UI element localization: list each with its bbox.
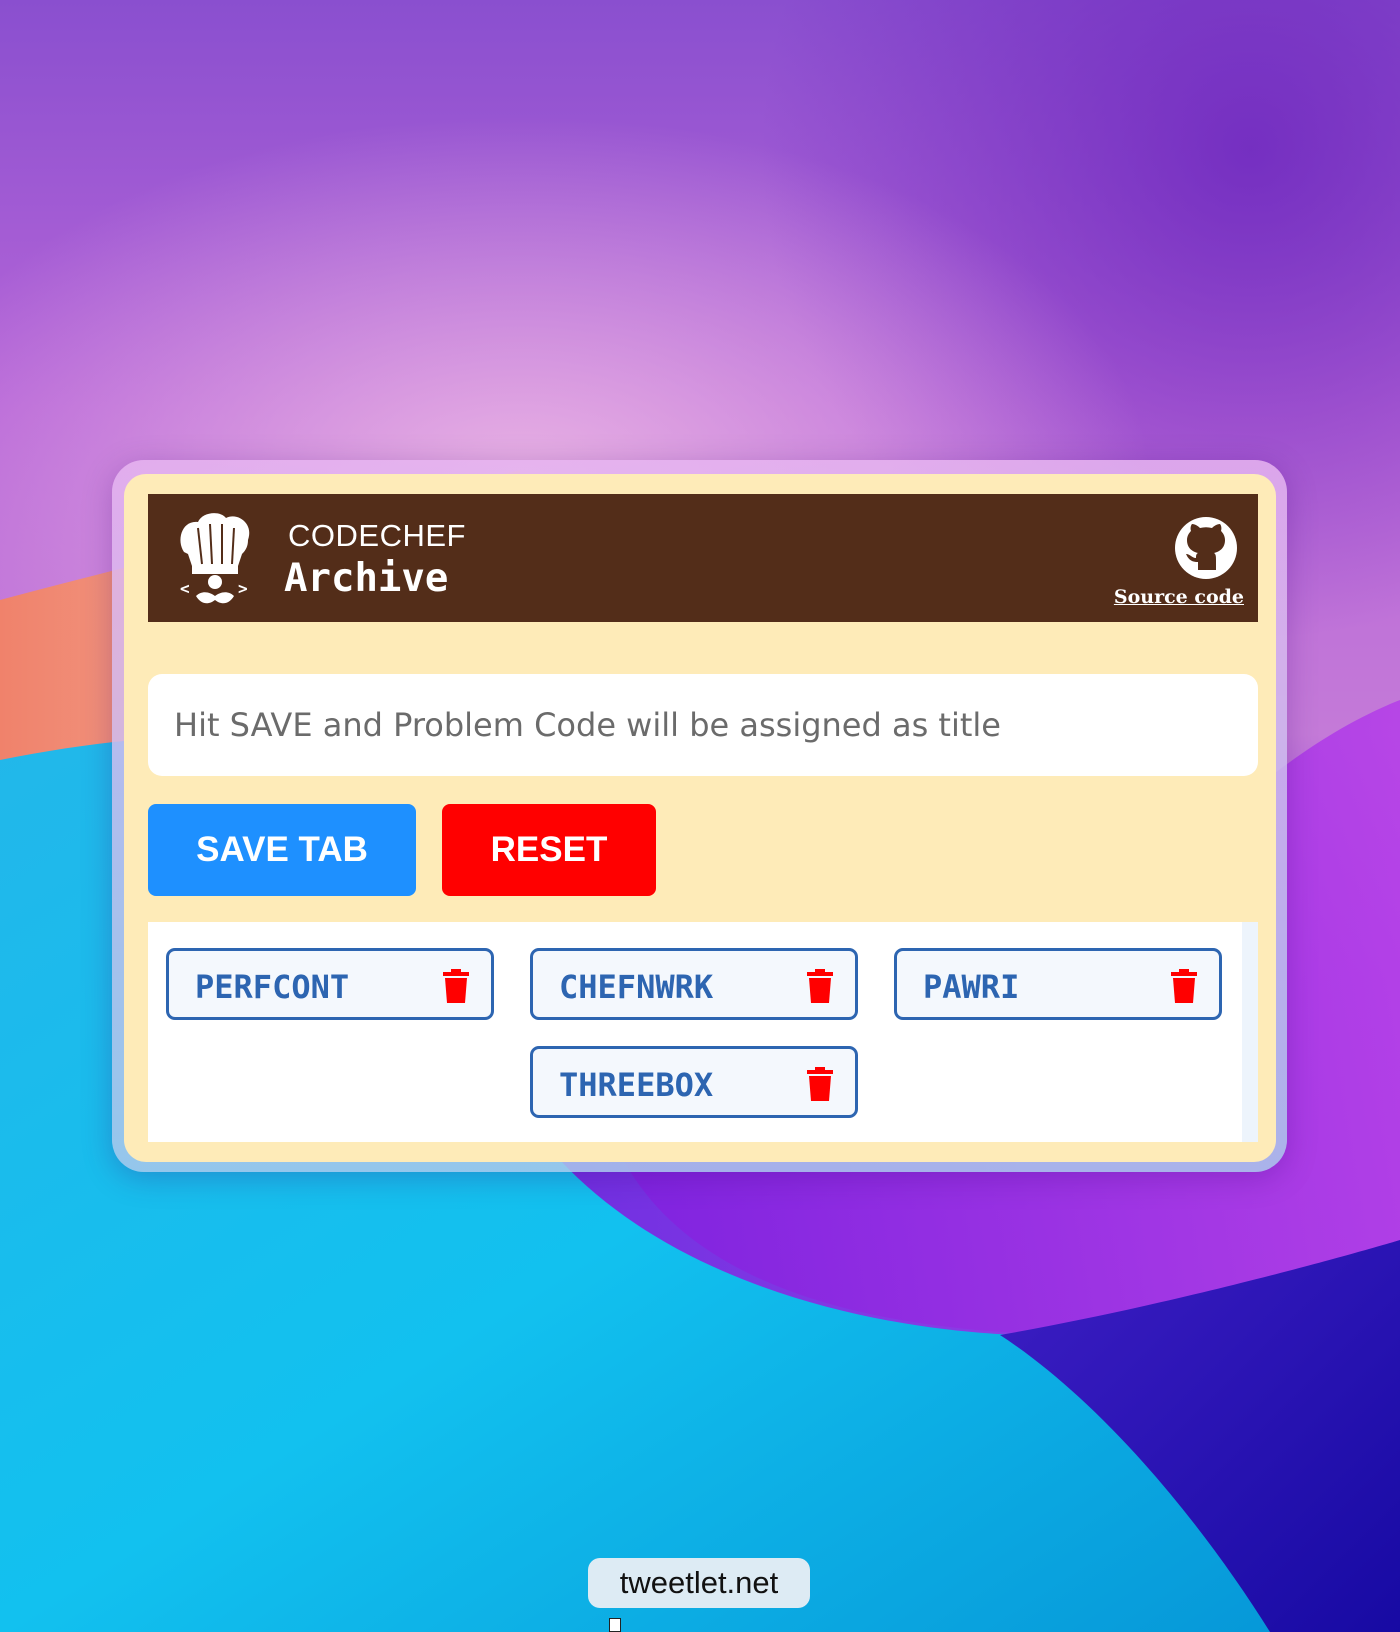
- problem-title-input[interactable]: [148, 674, 1258, 776]
- cursor-marker: [609, 1618, 621, 1632]
- trash-icon[interactable]: [443, 969, 469, 1003]
- header-bar: < > CODECHEF Archive Source code: [148, 494, 1258, 622]
- trash-icon[interactable]: [807, 969, 833, 1003]
- brand-subtitle: Archive: [284, 556, 449, 601]
- saved-tab-label: PAWRI: [923, 968, 1020, 1006]
- trash-icon[interactable]: [1171, 969, 1197, 1003]
- github-icon[interactable]: [1174, 516, 1238, 580]
- brand-title: CODECHEF: [288, 518, 466, 553]
- trash-icon[interactable]: [807, 1067, 833, 1101]
- saved-tab-item[interactable]: CHEFNWRK: [530, 948, 858, 1020]
- saved-tab-label: PERFCONT: [195, 968, 350, 1006]
- site-label-pill: tweetlet.net: [588, 1558, 810, 1608]
- saved-tab-item[interactable]: PERFCONT: [166, 948, 494, 1020]
- svg-text:<: <: [180, 579, 190, 598]
- chef-hat-icon: < >: [180, 513, 250, 604]
- extension-popup: < > CODECHEF Archive Source code SAVE TA…: [124, 474, 1276, 1162]
- saved-tab-item[interactable]: THREEBOX: [530, 1046, 858, 1118]
- saved-tabs-panel: PERFCONT CHEFNWRK PAWRI THREEBOX: [148, 922, 1258, 1142]
- svg-text:>: >: [238, 579, 248, 598]
- tabs-scrollbar[interactable]: [1242, 922, 1258, 1142]
- saved-tab-item[interactable]: PAWRI: [894, 948, 1222, 1020]
- saved-tab-label: CHEFNWRK: [559, 968, 714, 1006]
- reset-button[interactable]: RESET: [442, 804, 656, 896]
- saved-tab-label: THREEBOX: [559, 1066, 714, 1104]
- save-tab-button[interactable]: SAVE TAB: [148, 804, 416, 896]
- source-code-link[interactable]: Source code: [1114, 586, 1244, 608]
